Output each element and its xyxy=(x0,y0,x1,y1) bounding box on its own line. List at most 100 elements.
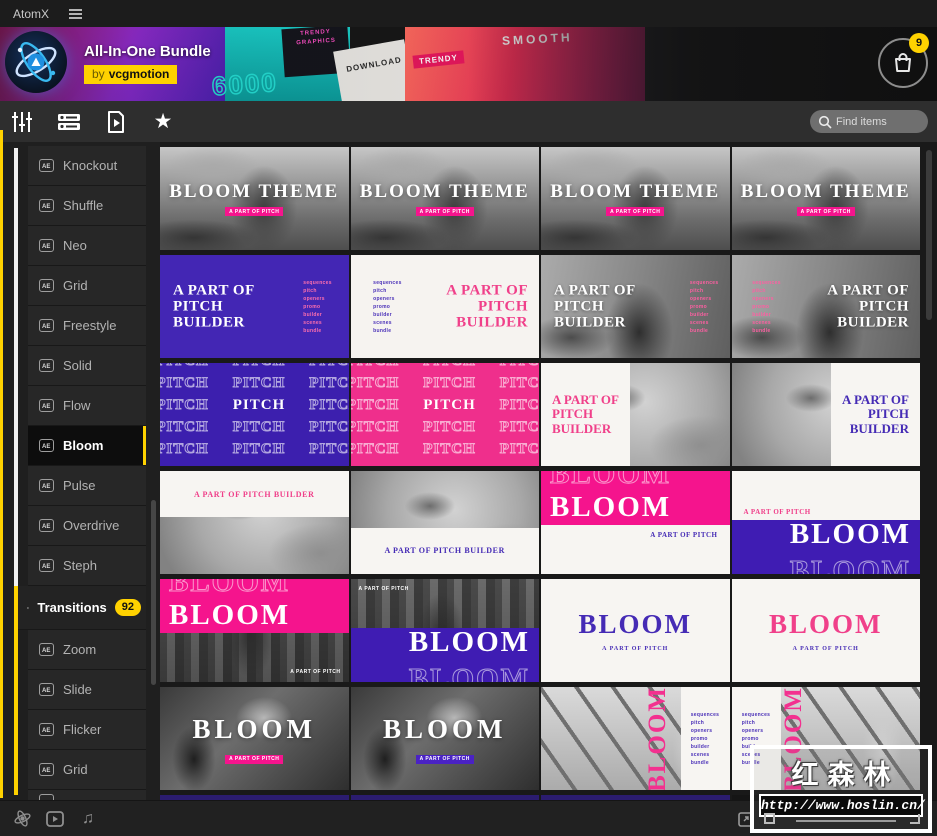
thumb-title: A PART OF PITCH BUILDER xyxy=(194,489,315,499)
sidebar-item-flicker[interactable]: AE Flicker xyxy=(28,710,146,750)
search-box[interactable] xyxy=(810,110,928,133)
sidebar-item-overdrive[interactable]: AE Overdrive xyxy=(28,506,146,546)
thumb-feature-list: sequences pitch openers promo builder sc… xyxy=(752,279,781,334)
sidebar-item-flow[interactable]: AE Flow xyxy=(28,386,146,426)
grid-thumbnail[interactable]: BLOOM THEME A PART OF PITCH xyxy=(350,147,539,250)
watermark-progress-line xyxy=(796,820,896,822)
grid-thumbnail[interactable]: BLOOM A PART OF PITCH xyxy=(350,687,539,790)
sidebar: AE Knockout AE Shuffle AE Neo AE Grid AE… xyxy=(0,142,160,800)
sidebar-item-label: Slide xyxy=(63,682,92,697)
sidebar-item-steph[interactable]: AE Steph xyxy=(28,546,146,586)
ae-file-icon: AE xyxy=(39,763,54,776)
video-file-icon[interactable] xyxy=(104,110,128,134)
thumb-title: BLOOM xyxy=(408,628,530,659)
sidebar-category-transitions[interactable]: Transitions 92 xyxy=(16,586,146,630)
grid-scrollbar-thumb[interactable] xyxy=(926,150,932,320)
ae-file-icon: AE xyxy=(39,479,54,492)
grid-thumbnail[interactable]: BLOOM BLOOM A PART OF PITCH xyxy=(541,471,730,574)
sidebar-item-label: Pulse xyxy=(63,478,96,493)
sidebar-item-knockout[interactable]: AE Knockout xyxy=(28,146,146,186)
thumb-title: BLOOM xyxy=(578,609,692,639)
ae-file-icon: AE xyxy=(39,239,54,252)
grid-thumbnail[interactable]: A PART OF PITCH BUILDER xyxy=(731,363,920,466)
sidebar-item-freestyle[interactable]: AE Freestyle xyxy=(28,306,146,346)
grid-thumbnail[interactable]: A PART OF PITCH BUILDER xyxy=(160,471,349,574)
byline-author: vcgmotion xyxy=(108,67,170,81)
thumb-band: BLOOM BLOOM xyxy=(160,579,349,633)
thumb-subtitle: A PART OF PITCH xyxy=(602,646,669,652)
shopping-bag-icon xyxy=(895,53,911,72)
grid-thumbnail[interactable]: BLOOM THEME A PART OF PITCH xyxy=(160,147,349,250)
thumb-title: BLOOM THEME xyxy=(359,181,530,202)
grid-thumbnail[interactable]: BLOOM A PART OF PITCH xyxy=(160,687,349,790)
video-preview-icon[interactable] xyxy=(45,809,65,829)
atomx-logo xyxy=(5,31,67,93)
grid-thumbnail[interactable]: BLOOM THEME A PART OF PITCH xyxy=(541,147,730,250)
thumb-title: BLOOM xyxy=(768,609,883,639)
thumb-title: BLOOM xyxy=(789,520,911,551)
grid-thumbnail[interactable]: PITCHPITCHPITCH PITCHPITCHPITCH PITCHPIT… xyxy=(350,363,539,466)
thumb-subtitle: A PART OF PITCH xyxy=(358,586,409,592)
hamburger-menu-icon[interactable] xyxy=(69,8,83,19)
grid-thumbnail[interactable]: sequences pitch openers promo builder sc… xyxy=(731,255,920,358)
sidebar-item-bloom-active[interactable]: AE Bloom xyxy=(28,426,146,466)
sidebar-item-grid[interactable]: AE Grid xyxy=(28,266,146,306)
sidebar-item-shuffle[interactable]: AE Shuffle xyxy=(28,186,146,226)
grid-thumbnail[interactable]: A PART OF PITCH BLOOM BLOOM xyxy=(731,471,920,574)
sidebar-scrollbar-thumb[interactable] xyxy=(151,500,156,685)
ae-file-icon: AE xyxy=(39,319,54,332)
ae-file-icon: AE xyxy=(39,643,54,656)
grid-thumbnail[interactable]: BLOOM A PART OF PITCH xyxy=(731,579,920,682)
ae-file-icon: AE xyxy=(39,683,54,696)
byline-prefix: by xyxy=(92,67,105,81)
sidebar-item-slide[interactable]: AE Slide xyxy=(28,670,146,710)
grid-thumbnail[interactable]: BLOOM THEME A PART OF PITCH xyxy=(731,147,920,250)
toolbar: ★ xyxy=(0,101,937,142)
thumb-title: BLOOM xyxy=(169,598,291,631)
transitions-count-badge: 92 xyxy=(114,599,141,616)
grid-thumbnail[interactable]: A PART OF PITCH BUILDER sequences pitch … xyxy=(541,255,730,358)
sidebar-item-label: Grid xyxy=(63,762,88,777)
sidebar-item-pulse[interactable]: AE Pulse xyxy=(28,466,146,506)
sidebar-item-zoom[interactable]: AE Zoom xyxy=(28,630,146,670)
grid-thumbnail[interactable]: BLOOM BLOOM A PART OF PITCH xyxy=(160,579,349,682)
sidebar-item-partial[interactable] xyxy=(28,790,146,800)
grid-thumbnail[interactable]: A PART OF PITCH BUILDER xyxy=(541,363,730,466)
favorites-star-icon[interactable]: ★ xyxy=(151,110,175,134)
sidebar-item-solid[interactable]: AE Solid xyxy=(28,346,146,386)
grid-thumbnail[interactable]: A PART OF PITCH BUILDER sequences pitch … xyxy=(160,255,349,358)
sidebar-item-grid-2[interactable]: AE Grid xyxy=(28,750,146,790)
thumb-title: A PART OF PITCH BUILDER xyxy=(827,282,909,331)
grid-thumbnail[interactable]: A PART OF PITCH BUILDER xyxy=(350,471,539,574)
thumb-subtitle: A PART OF PITCH xyxy=(290,669,341,675)
byline-badge[interactable]: by vcgmotion xyxy=(84,65,178,84)
thumb-badge: A PART OF PITCH xyxy=(606,207,665,216)
sidebar-item-label: Bloom xyxy=(63,438,104,453)
orbit-3d-icon[interactable] xyxy=(12,809,32,829)
cart-button[interactable]: 9 xyxy=(878,33,929,88)
ae-file-icon: AE xyxy=(39,199,54,212)
filter-sliders-icon[interactable] xyxy=(10,110,34,134)
folder-arrow-icon xyxy=(27,606,30,609)
music-note-icon[interactable]: ♫ xyxy=(78,809,98,829)
ae-file-icon: AE xyxy=(39,159,54,172)
grid-thumbnail[interactable]: PITCHPITCHPITCH PITCHPITCHPITCH PITCHPIT… xyxy=(160,363,349,466)
thumb-title: BLOOM THEME xyxy=(550,181,721,202)
grid-thumbnail[interactable]: A PART OF PITCH BLOOM BLOOM xyxy=(350,579,539,682)
thumb-band: BLOOM BLOOM xyxy=(541,471,730,525)
grid-thumbnail[interactable]: sequences pitch openers promo builder sc… xyxy=(350,255,539,358)
sidebar-item-neo[interactable]: AE Neo xyxy=(28,226,146,266)
banner-shade xyxy=(0,27,937,101)
list-layout-icon[interactable] xyxy=(57,110,81,134)
thumb-title: A PART OF PITCH BUILDER xyxy=(173,282,255,331)
app-title: AtomX xyxy=(13,6,50,21)
thumb-title: A PART OF PITCH BUILDER xyxy=(384,546,505,556)
watermark-overlay: 红森林 http://www.hoslin.cn/ xyxy=(750,745,932,833)
ae-file-icon: AE xyxy=(39,519,54,532)
promo-banner[interactable]: 6000 TRENDY GRAPHICS DOWNLOAD TRENDY SMO… xyxy=(0,27,937,101)
sidebar-item-label: Overdrive xyxy=(63,518,120,533)
thumb-title: A PART OF PITCH BUILDER xyxy=(552,391,619,436)
ae-file-icon: AE xyxy=(39,439,54,452)
grid-thumbnail[interactable]: BLOOM A PART OF PITCH xyxy=(541,579,730,682)
grid-thumbnail[interactable]: sequences pitch openers promo builder sc… xyxy=(541,687,730,790)
